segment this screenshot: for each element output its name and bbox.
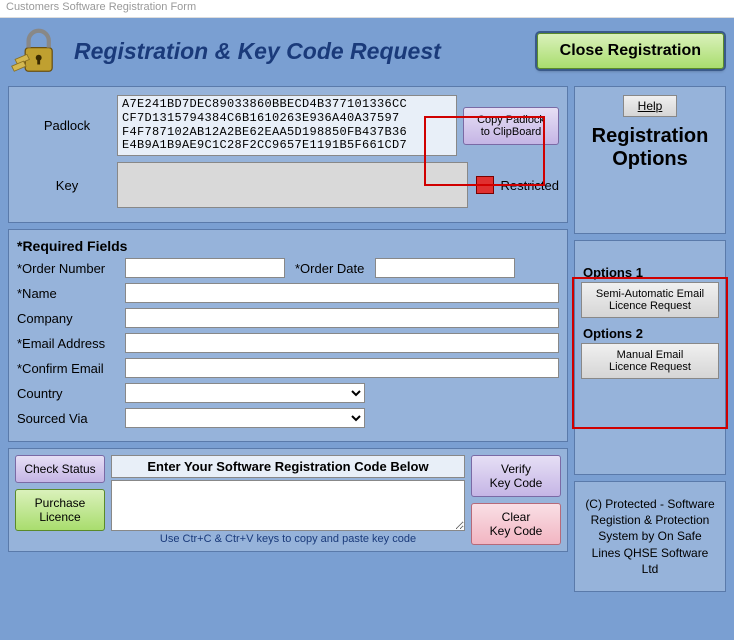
- required-fields-panel: *Required Fields *Order Number *Order Da…: [8, 229, 568, 442]
- clear-line1: Clear: [502, 510, 531, 524]
- registration-options-title: Registration Options: [592, 125, 709, 171]
- copy-padlock-button[interactable]: Copy Padlock to ClipBoard: [463, 107, 559, 145]
- company-label: Company: [17, 311, 125, 326]
- key-display: [117, 162, 468, 208]
- verify-line1: Verify: [501, 462, 531, 476]
- options-2-label: Options 2: [583, 326, 643, 341]
- check-status-button[interactable]: Check Status: [15, 455, 105, 483]
- required-fields-title: *Required Fields: [17, 238, 559, 254]
- padlock-label: Padlock: [17, 118, 117, 133]
- email-input[interactable]: [125, 333, 559, 353]
- restricted-indicator: Restricted: [476, 176, 559, 194]
- page-title: Registration & Key Code Request: [74, 38, 527, 65]
- confirm-email-input[interactable]: [125, 358, 559, 378]
- clear-line2: Key Code: [490, 524, 543, 538]
- close-registration-button[interactable]: Close Registration: [537, 33, 724, 69]
- order-date-input[interactable]: [375, 258, 515, 278]
- help-button[interactable]: Help: [623, 95, 678, 117]
- name-input[interactable]: [125, 283, 559, 303]
- restricted-label: Restricted: [500, 178, 559, 193]
- purchase-licence-button[interactable]: Purchase Licence: [15, 489, 105, 531]
- app-frame: Registration & Key Code Request Close Re…: [0, 18, 734, 640]
- opt1-line1: Semi-Automatic Email: [596, 288, 704, 300]
- copyright-text: (C) Protected - Software Registion & Pro…: [581, 490, 719, 583]
- company-input[interactable]: [125, 308, 559, 328]
- registration-options-title-panel: Help Registration Options: [574, 86, 726, 234]
- options-1-label: Options 1: [583, 265, 643, 280]
- email-label: *Email Address: [17, 336, 125, 351]
- clear-key-code-button[interactable]: Clear Key Code: [471, 503, 561, 545]
- country-select[interactable]: [125, 383, 365, 403]
- sourced-via-label: Sourced Via: [17, 411, 125, 426]
- confirm-email-label: *Confirm Email: [17, 361, 125, 376]
- header: Registration & Key Code Request Close Re…: [2, 20, 732, 86]
- order-date-label: *Order Date: [295, 261, 375, 276]
- order-number-input[interactable]: [125, 258, 285, 278]
- padlock-icon: [10, 24, 64, 78]
- manual-email-button[interactable]: Manual Email Licence Request: [581, 343, 719, 379]
- name-label: *Name: [17, 286, 125, 301]
- key-label: Key: [17, 178, 117, 193]
- registration-code-input[interactable]: [111, 480, 465, 531]
- copy-padlock-line1: Copy Padlock: [477, 114, 545, 126]
- sourced-via-select[interactable]: [125, 408, 365, 428]
- registration-code-panel: Check Status Purchase Licence Enter Your…: [8, 448, 568, 552]
- semi-automatic-email-button[interactable]: Semi-Automatic Email Licence Request: [581, 282, 719, 318]
- registration-options-panel: Options 1 Semi-Automatic Email Licence R…: [574, 240, 726, 475]
- copy-paste-hint: Use Ctr+C & Ctr+V keys to copy and paste…: [111, 533, 465, 545]
- padlock-key-panel: Padlock A7E241BD7DEC89033860BBECD4B37710…: [8, 86, 568, 223]
- order-number-label: *Order Number: [17, 261, 125, 276]
- verify-key-code-button[interactable]: Verify Key Code: [471, 455, 561, 497]
- window-titlebar: Customers Software Registration Form: [0, 0, 734, 18]
- padlock-code-display: A7E241BD7DEC89033860BBECD4B377101336CC C…: [117, 95, 457, 156]
- copy-padlock-line2: to ClipBoard: [481, 126, 542, 138]
- copyright-panel: (C) Protected - Software Registion & Pro…: [574, 481, 726, 592]
- opt2-line1: Manual Email: [617, 349, 684, 361]
- opt1-line2: Licence Request: [609, 300, 691, 312]
- opt2-line2: Licence Request: [609, 361, 691, 373]
- country-label: Country: [17, 386, 125, 401]
- restricted-icon: [476, 176, 494, 194]
- registration-code-title: Enter Your Software Registration Code Be…: [111, 455, 465, 478]
- verify-line2: Key Code: [490, 476, 543, 490]
